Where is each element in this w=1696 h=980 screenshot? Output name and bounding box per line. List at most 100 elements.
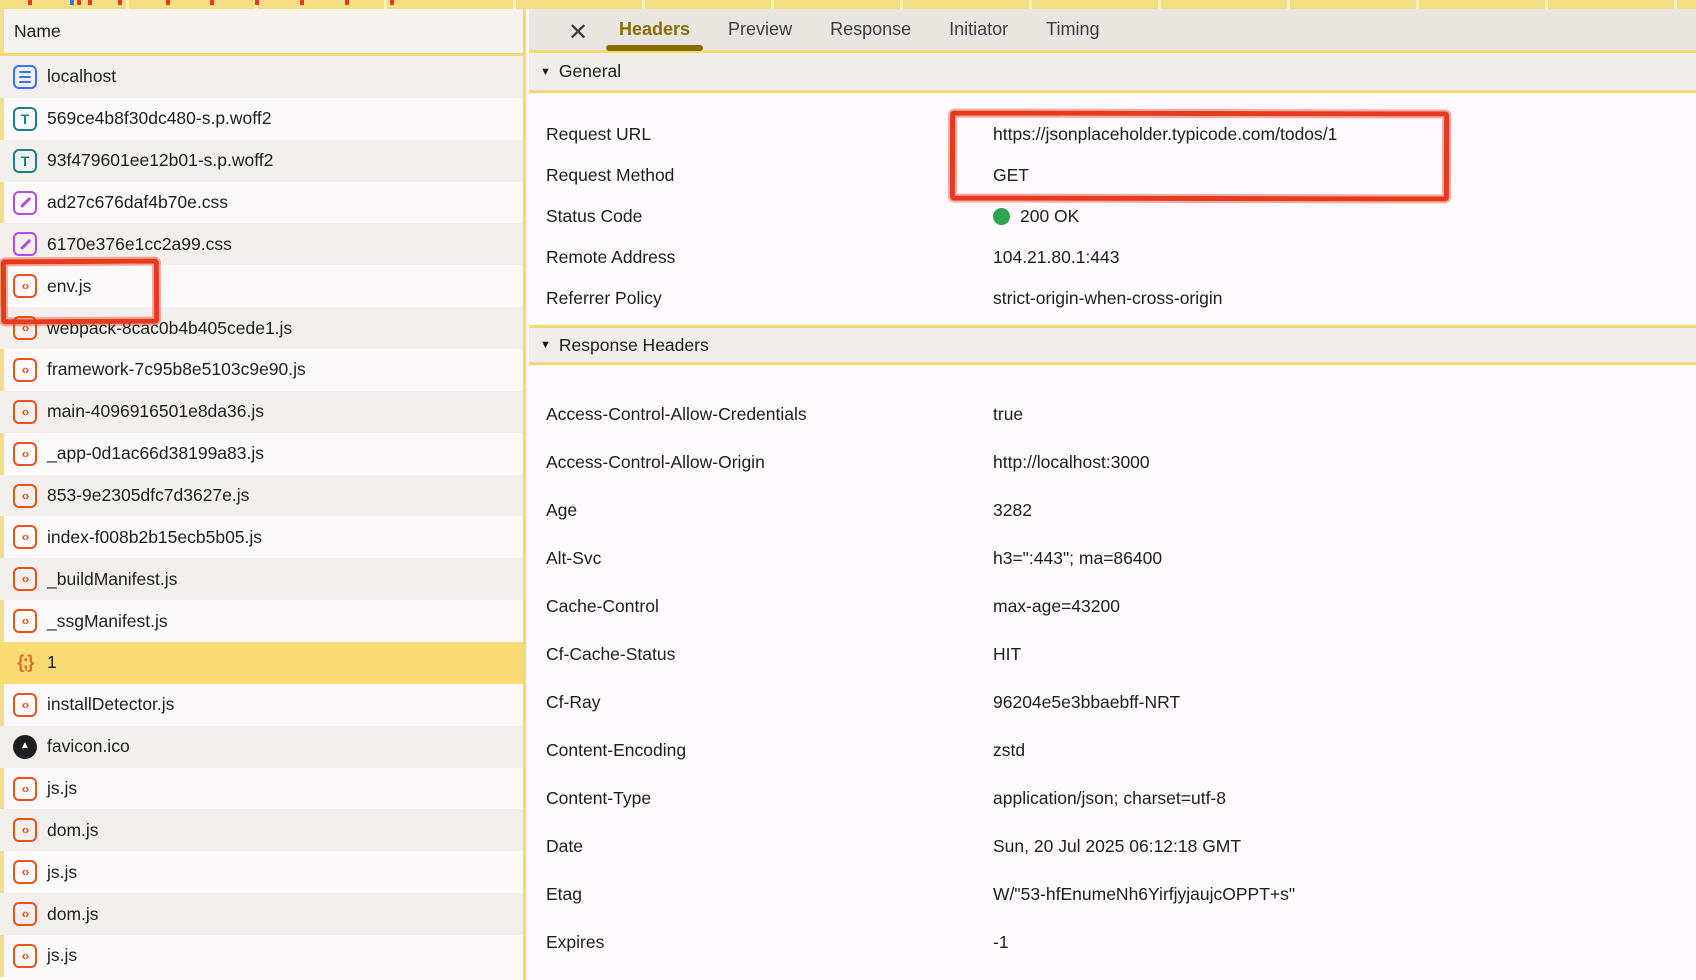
header-value: 200 OK bbox=[993, 206, 1079, 227]
header-label: Referrer Policy bbox=[546, 288, 993, 309]
script-icon: ‹› bbox=[13, 693, 37, 717]
request-row-1[interactable]: {;}1 bbox=[0, 642, 523, 684]
request-row-js.js[interactable]: ‹›js.js bbox=[0, 851, 523, 893]
detail-content: ▼GeneralRequest URLhttps://jsonplacehold… bbox=[529, 53, 1696, 966]
request-row-_buildManifest.js[interactable]: ‹›_buildManifest.js bbox=[0, 558, 523, 600]
waterfall-tick bbox=[255, 0, 259, 5]
tab-timing[interactable]: Timing bbox=[1046, 19, 1099, 40]
request-name-label: dom.js bbox=[47, 820, 99, 841]
request-row-js.js[interactable]: ‹›js.js bbox=[0, 935, 523, 977]
script-icon: ‹› bbox=[13, 902, 37, 926]
section-header-response-headers[interactable]: ▼Response Headers bbox=[529, 325, 1696, 365]
request-row-index-f008b2b15ecb5b05.js[interactable]: ‹› index-f008b2b15ecb5b05.js bbox=[0, 516, 523, 558]
close-icon[interactable]: ✕ bbox=[563, 17, 593, 47]
request-row-installDetector.js[interactable]: ‹› installDetector.js bbox=[0, 684, 523, 726]
request-row-ad27c676daf4b70e.css[interactable]: ad27c676daf4b70e.css bbox=[0, 182, 523, 224]
request-row-framework-7c95b8e5103c9e90.js[interactable]: ‹›framework-7c95b8e5103c9e90.js bbox=[0, 349, 523, 391]
request-row-6170e376e1cc2a99.css[interactable]: 6170e376e1cc2a99.css bbox=[0, 223, 523, 265]
request-row-_ssgManifest.js[interactable]: ‹›_ssgManifest.js bbox=[0, 600, 523, 642]
header-value: max-age=43200 bbox=[993, 596, 1120, 617]
network-overview-strip[interactable] bbox=[0, 0, 1696, 9]
request-row-93f479601ee12b01-s.p.woff2[interactable]: T 93f479601ee12b01-s.p.woff2 bbox=[0, 140, 523, 182]
header-label: Cache-Control bbox=[546, 596, 993, 617]
tab-initiator[interactable]: Initiator bbox=[949, 19, 1008, 40]
waterfall-tick bbox=[300, 0, 304, 5]
header-label: Request Method bbox=[546, 165, 993, 186]
request-row-favicon.ico[interactable]: ▲favicon.ico bbox=[0, 726, 523, 768]
header-label: Cf-Ray bbox=[546, 692, 993, 713]
header-value: strict-origin-when-cross-origin bbox=[993, 288, 1223, 309]
header-label: Access-Control-Allow-Origin bbox=[546, 452, 993, 473]
request-name-label: js.js bbox=[47, 945, 77, 966]
waterfall-tick bbox=[88, 0, 92, 5]
section-header-general[interactable]: ▼General bbox=[529, 53, 1696, 93]
header-value: 104.21.80.1:443 bbox=[993, 247, 1120, 268]
detail-tab-bar: ✕ Headers Preview Response Initiator Timing bbox=[529, 9, 1696, 53]
request-row-localhost[interactable]: localhost bbox=[0, 56, 523, 98]
header-value: h3=":443"; ma=86400 bbox=[993, 548, 1162, 569]
header-value: https://jsonplaceholder.typicode.com/tod… bbox=[993, 124, 1337, 145]
request-row-_app-0d1ac66d38199a83.js[interactable]: ‹›_app-0d1ac66d38199a83.js bbox=[0, 433, 523, 475]
request-name-label: 93f479601ee12b01-s.p.woff2 bbox=[47, 150, 273, 171]
request-name-label: 569ce4b8f30dc480-s.p.woff2 bbox=[47, 108, 271, 129]
header-row-age: Age3282 bbox=[529, 486, 1696, 534]
waterfall-tick bbox=[390, 0, 394, 5]
font-icon: T bbox=[13, 107, 37, 131]
tab-preview[interactable]: Preview bbox=[728, 19, 792, 40]
header-label: Status Code bbox=[546, 206, 993, 227]
request-row-dom.js[interactable]: ‹›dom.js bbox=[0, 809, 523, 851]
stylesheet-icon bbox=[13, 191, 37, 215]
script-icon: ‹› bbox=[13, 777, 37, 801]
header-label: Date bbox=[546, 836, 993, 857]
request-row-main-4096916501e8da36.js[interactable]: ‹›main-4096916501e8da36.js bbox=[0, 391, 523, 433]
request-row-js.js[interactable]: ‹› js.js bbox=[0, 768, 523, 810]
section-title: General bbox=[559, 61, 621, 82]
header-row-etag: EtagW/"53-hfEnumeNh6YirfjyjaujcOPPT+s" bbox=[529, 870, 1696, 918]
script-icon: ‹› bbox=[13, 274, 37, 298]
script-icon: ‹› bbox=[13, 484, 37, 508]
header-row-referrer-policy: Referrer Policystrict-origin-when-cross-… bbox=[529, 278, 1696, 319]
name-column-label: Name bbox=[14, 21, 61, 42]
request-name-label: _app-0d1ac66d38199a83.js bbox=[47, 443, 264, 464]
request-row-webpack-8cac0b4b405cede1.js[interactable]: ‹›webpack-8cac0b4b405cede1.js bbox=[0, 307, 523, 349]
request-row-853-9e2305dfc7d3627e.js[interactable]: ‹›853-9e2305dfc7d3627e.js bbox=[0, 475, 523, 517]
header-value: Sun, 20 Jul 2025 06:12:18 GMT bbox=[993, 836, 1241, 857]
header-row-cache-control: Cache-Controlmax-age=43200 bbox=[529, 582, 1696, 630]
tab-headers[interactable]: Headers bbox=[619, 19, 690, 40]
section-rows-general: Request URLhttps://jsonplaceholder.typic… bbox=[529, 93, 1696, 325]
font-icon: T bbox=[13, 149, 37, 173]
stylesheet-icon bbox=[13, 232, 37, 256]
header-label: Expires bbox=[546, 932, 993, 953]
request-row-569ce4b8f30dc480-s.p.woff2[interactable]: T 569ce4b8f30dc480-s.p.woff2 bbox=[0, 98, 523, 140]
header-label: Content-Type bbox=[546, 788, 993, 809]
header-label: Remote Address bbox=[546, 247, 993, 268]
header-value: 3282 bbox=[993, 500, 1032, 521]
request-name-label: installDetector.js bbox=[47, 694, 174, 715]
header-value: W/"53-hfEnumeNh6YirfjyjaujcOPPT+s" bbox=[993, 884, 1295, 905]
script-icon: ‹› bbox=[13, 525, 37, 549]
request-row-env.js[interactable]: ‹›env.js bbox=[0, 265, 523, 307]
section-title: Response Headers bbox=[559, 335, 709, 356]
request-name-label: 1 bbox=[47, 652, 57, 673]
script-icon: ‹› bbox=[13, 860, 37, 884]
header-row-access-control-allow-origin: Access-Control-Allow-Originhttp://localh… bbox=[529, 438, 1696, 486]
status-ok-dot-icon bbox=[993, 208, 1010, 225]
header-row-date: DateSun, 20 Jul 2025 06:12:18 GMT bbox=[529, 822, 1696, 870]
name-column-header[interactable]: Name bbox=[0, 9, 523, 56]
header-row-request-method: Request MethodGET bbox=[529, 155, 1696, 196]
header-value: GET bbox=[993, 165, 1029, 186]
request-name-label: js.js bbox=[47, 778, 77, 799]
header-row-remote-address: Remote Address104.21.80.1:443 bbox=[529, 237, 1696, 278]
header-value: application/json; charset=utf-8 bbox=[993, 788, 1226, 809]
script-icon: ‹› bbox=[13, 567, 37, 591]
request-name-label: webpack-8cac0b4b405cede1.js bbox=[47, 318, 292, 339]
request-name-label: _ssgManifest.js bbox=[47, 611, 168, 632]
request-name-label: index-f008b2b15ecb5b05.js bbox=[47, 527, 262, 548]
header-value: 96204e5e3bbaebff-NRT bbox=[993, 692, 1180, 713]
request-name-label: favicon.ico bbox=[47, 736, 130, 757]
header-label: Alt-Svc bbox=[546, 548, 993, 569]
waterfall-tick-blue bbox=[70, 0, 74, 5]
request-row-dom.js[interactable]: ‹›dom.js bbox=[0, 893, 523, 935]
request-list-pane: Name localhost T 569ce4b8f30dc480-s.p.woff… bbox=[0, 9, 526, 980]
tab-response[interactable]: Response bbox=[830, 19, 911, 40]
